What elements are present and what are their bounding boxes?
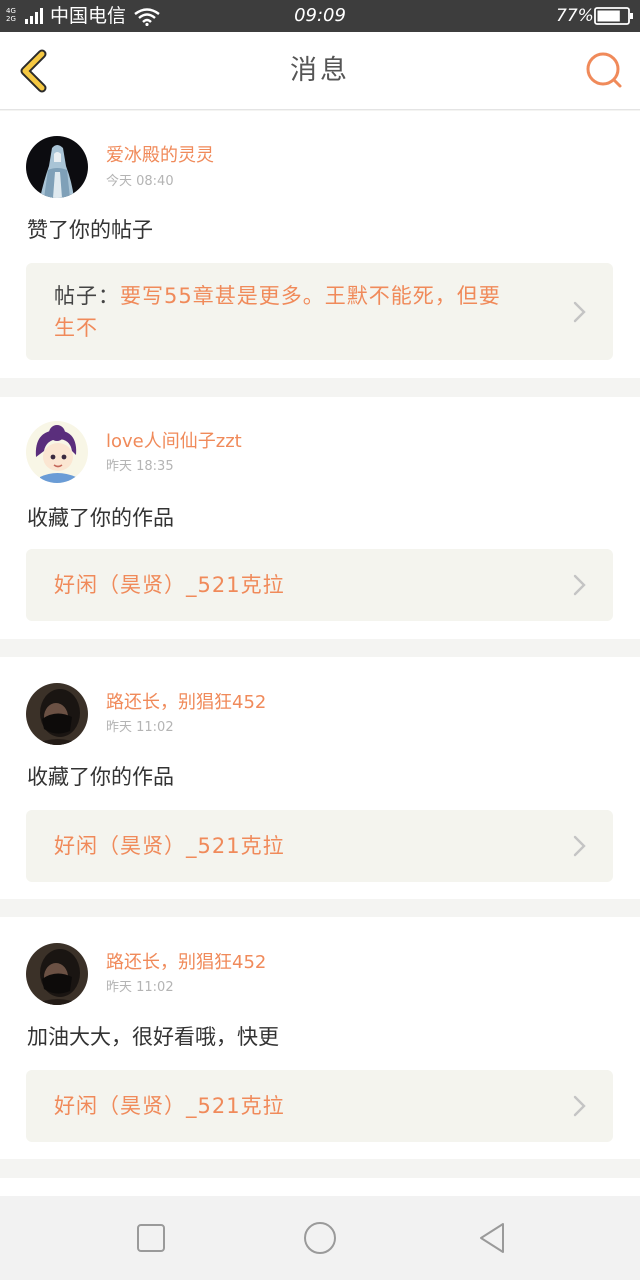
avatar[interactable]	[26, 421, 88, 483]
message-card: 路还长，别猖狂452 昨天 11:02 加油大大，很好看哦，快更 好闲（昊贤）_…	[0, 917, 640, 1159]
message-action: 收藏了你的作品	[27, 765, 174, 789]
message-action: 赞了你的帖子	[27, 218, 153, 242]
search-icon[interactable]	[584, 50, 626, 92]
work-reference-title: 好闲（昊贤）_521克拉	[54, 834, 285, 858]
avatar-cartoon-girl-icon	[26, 421, 88, 483]
message-time: 昨天 11:02	[106, 720, 174, 735]
message-card: love人间仙子zzt 昨天 18:35 收藏了你的作品 好闲（昊贤）_521克…	[0, 397, 640, 639]
post-reference-text: 帖子：要写55章甚是更多。王默不能死，但要 生不	[54, 280, 501, 344]
avatar[interactable]	[26, 136, 88, 198]
avatar[interactable]	[26, 943, 88, 1005]
message-time: 今天 08:40	[106, 174, 174, 189]
message-time: 昨天 18:35	[106, 459, 174, 474]
chevron-right-icon	[573, 574, 586, 596]
post-reference-line-2: 生不	[54, 316, 98, 340]
message-card: 路还长，别猖狂452 昨天 11:02 收藏了你的作品 好闲（昊贤）_521克拉	[0, 657, 640, 899]
username[interactable]: love人间仙子zzt	[106, 431, 242, 453]
app-header: 消息	[0, 32, 640, 110]
post-reference-line-1: 要写55章甚是更多。王默不能死，但要	[120, 284, 501, 308]
work-reference-title: 好闲（昊贤）_521克拉	[54, 573, 285, 597]
work-reference[interactable]: 好闲（昊贤）_521克拉	[26, 810, 613, 882]
status-bar: 4G 2G 中国电信 09:09 77%	[0, 0, 640, 32]
message-action: 加油大大，很好看哦，快更	[27, 1025, 279, 1049]
square-icon[interactable]	[133, 1220, 169, 1256]
battery-percent: 77%	[556, 6, 594, 26]
username[interactable]: 路还长，别猖狂452	[106, 952, 266, 974]
post-reference[interactable]: 帖子：要写55章甚是更多。王默不能死，但要 生不	[26, 263, 613, 360]
triangle-back-icon[interactable]	[474, 1220, 510, 1256]
chevron-right-icon	[573, 835, 586, 857]
battery-icon	[594, 7, 633, 25]
circle-icon[interactable]	[302, 1220, 338, 1256]
work-reference[interactable]: 好闲（昊贤）_521克拉	[26, 1070, 613, 1142]
avatar-photo-icon	[26, 683, 88, 745]
avatar[interactable]	[26, 683, 88, 745]
page-title: 消息	[290, 55, 350, 86]
post-reference-prefix: 帖子：	[54, 284, 120, 308]
message-card-partial	[0, 1178, 640, 1196]
message-time: 昨天 11:02	[106, 980, 174, 995]
avatar-ice-figure-icon	[26, 136, 88, 198]
status-time: 09:09	[294, 5, 346, 26]
chevron-right-icon	[573, 301, 586, 323]
username[interactable]: 爱冰殿的灵灵	[106, 145, 214, 167]
avatar-photo-icon	[26, 943, 88, 1005]
work-reference-title: 好闲（昊贤）_521克拉	[54, 1094, 285, 1118]
username[interactable]: 路还长，别猖狂452	[106, 692, 266, 714]
message-card: 爱冰殿的灵灵 今天 08:40 赞了你的帖子 帖子：要写55章甚是更多。王默不能…	[0, 111, 640, 378]
system-nav-bar	[0, 1196, 640, 1280]
work-reference[interactable]: 好闲（昊贤）_521克拉	[26, 549, 613, 621]
message-action: 收藏了你的作品	[27, 506, 174, 530]
chevron-right-icon	[573, 1095, 586, 1117]
